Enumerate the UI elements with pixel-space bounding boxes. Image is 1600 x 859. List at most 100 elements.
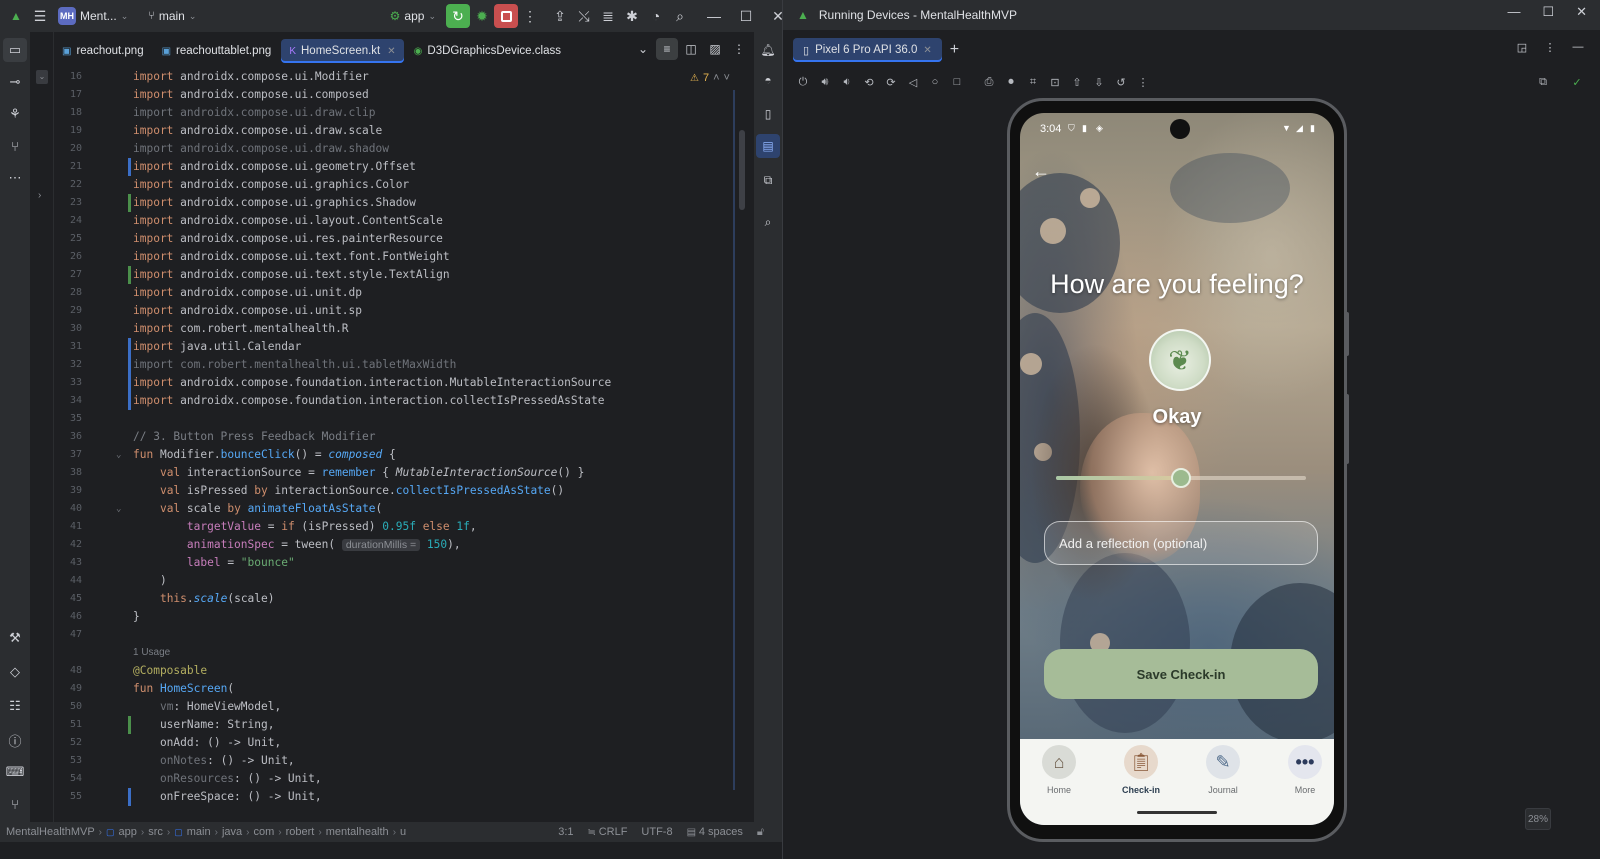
code-line[interactable]: 37 ⌄ fun Modifier.bounceClick() = composed…	[54, 446, 754, 464]
change-marker[interactable]	[128, 374, 131, 392]
code-line[interactable]: 51 userName: String,	[54, 716, 754, 734]
apply-code-changes-icon[interactable]: ⤯	[572, 4, 596, 28]
code-line[interactable]: 16 import androidx.compose.ui.Modifier	[54, 68, 754, 86]
breadcrumb-item[interactable]: src	[148, 826, 163, 838]
code-line[interactable]: 42 animationSpec = tween( durationMillis…	[54, 536, 754, 554]
debug-icon[interactable]: ✹	[470, 4, 494, 28]
device-mirroring-icon[interactable]: ⧉	[756, 168, 780, 192]
code-line[interactable]: 53 onNotes: () -> Unit,	[54, 752, 754, 770]
code-line[interactable]: 28 import androidx.compose.ui.unit.dp	[54, 284, 754, 302]
breadcrumb-item[interactable]: java	[222, 826, 242, 838]
fold-toggle-icon[interactable]: ⌄	[116, 500, 121, 518]
breadcrumb-item[interactable]: mentalhealth	[326, 826, 389, 838]
code-line[interactable]: 54 onResources: () -> Unit,	[54, 770, 754, 788]
more-editor-actions-icon[interactable]: ⋮	[728, 38, 750, 60]
branch-selector[interactable]: ⑂ main ⌄	[142, 4, 202, 28]
code-line[interactable]: 33 import androidx.compose.foundation.int…	[54, 374, 754, 392]
code-line[interactable]: 47	[54, 626, 754, 644]
problems-tool-icon[interactable]: ⓘ	[3, 728, 27, 752]
snapshot-icon[interactable]: ↺	[1111, 72, 1131, 92]
more-actions-icon[interactable]: ⋮	[518, 4, 542, 28]
change-marker[interactable]	[128, 356, 131, 374]
split-view-icon[interactable]: ◫	[680, 38, 702, 60]
code-line[interactable]: 35	[54, 410, 754, 428]
code-line[interactable]: 55 onFreeSpace: () -> Unit,	[54, 788, 754, 806]
back-button-icon[interactable]: ◁	[903, 72, 923, 92]
fold-toggle-icon[interactable]: ⌄	[116, 446, 121, 464]
tab-homescreen-kt[interactable]: K HomeScreen.kt ✕	[281, 39, 404, 63]
home-button-icon[interactable]: ○	[925, 72, 945, 92]
code-line[interactable]: 25 import androidx.compose.ui.res.painter…	[54, 230, 754, 248]
rotate-left-icon[interactable]: ⟲	[859, 72, 879, 92]
change-marker[interactable]	[128, 194, 131, 212]
indent-widget[interactable]: ▤ 4 spaces	[687, 826, 743, 838]
usage-hint[interactable]: 1 Usage	[133, 646, 170, 660]
code-line[interactable]: 50 vm: HomeViewModel,	[54, 698, 754, 716]
breadcrumb-item[interactable]: u	[400, 826, 406, 838]
nav-item-check-in[interactable]: 📋︎ Check-in	[1106, 745, 1176, 795]
code-line[interactable]: 44 )	[54, 572, 754, 590]
code-line[interactable]: 29 import androidx.compose.ui.unit.sp	[54, 302, 754, 320]
running-devices-icon[interactable]: ▤	[756, 134, 780, 158]
change-marker[interactable]	[128, 266, 131, 284]
nav-item-home[interactable]: ⌂ Home	[1024, 745, 1094, 795]
code-line[interactable]: 49 fun HomeScreen(	[54, 680, 754, 698]
apply-changes-icon[interactable]: ⇪	[548, 4, 572, 28]
volume-down-icon[interactable]: 🔉︎	[837, 72, 857, 92]
change-marker[interactable]	[128, 338, 131, 356]
code-line[interactable]: 30 import com.robert.mentalhealth.R	[54, 320, 754, 338]
add-device-icon[interactable]: +	[950, 41, 959, 59]
breadcrumb-item[interactable]: main	[187, 826, 211, 838]
minimize-icon[interactable]: —	[702, 4, 726, 28]
maximize-icon[interactable]: ☐	[734, 4, 758, 28]
code-line[interactable]: 23 import androidx.compose.ui.graphics.Sh…	[54, 194, 754, 212]
maximize-icon[interactable]: ☐	[1542, 4, 1554, 20]
logcat-tool-icon[interactable]: ☷	[3, 694, 27, 718]
nav-item-journal[interactable]: ✎ Journal	[1188, 745, 1258, 795]
mood-slider-thumb[interactable]	[1171, 468, 1191, 488]
run-config-selector[interactable]: ⚙ app ⌄	[384, 4, 442, 28]
change-marker[interactable]	[128, 788, 131, 806]
overview-button-icon[interactable]: □	[947, 72, 967, 92]
minimize-icon[interactable]: —	[1507, 4, 1520, 20]
code-line[interactable]: 27 import androidx.compose.ui.text.style.…	[54, 266, 754, 284]
code-line[interactable]: 48 @Composable	[54, 662, 754, 680]
terminal-tool-icon[interactable]: ⌨	[3, 760, 27, 784]
code-line[interactable]: 38 val interactionSource = remember { Mu…	[54, 464, 754, 482]
breadcrumb-item[interactable]: MentalHealthMVP	[6, 826, 95, 838]
caret-position[interactable]: 3:1	[558, 826, 573, 838]
change-marker[interactable]	[128, 392, 131, 410]
breadcrumb-item[interactable]: app	[119, 826, 137, 838]
import-icon[interactable]: ⇩	[1089, 72, 1109, 92]
previous-highlight-icon[interactable]: ˄	[713, 72, 719, 84]
code-line[interactable]: 41 targetValue = if (isPressed) 0.95f el…	[54, 518, 754, 536]
main-menu-icon[interactable]: ☰	[28, 4, 52, 28]
export-icon[interactable]: ⇧	[1067, 72, 1087, 92]
extended-controls-icon[interactable]: ⊡	[1045, 72, 1065, 92]
more-tools-icon[interactable]: ⋯	[3, 166, 27, 190]
code-line[interactable]: 36 // 3. Button Press Feedback Modifier	[54, 428, 754, 446]
pull-requests-icon[interactable]: ⑂	[3, 134, 27, 158]
code-line[interactable]: 45 this.scale(scale)	[54, 590, 754, 608]
editor-scrollbar[interactable]	[739, 130, 745, 210]
device-frame-icon[interactable]: ⧉	[1533, 72, 1553, 92]
code-line[interactable]: 18 import androidx.compose.ui.draw.clip	[54, 104, 754, 122]
code-line[interactable]: 31 import java.util.Calendar	[54, 338, 754, 356]
code-line[interactable]: 40 ⌄ val scale by animateFloatAsState(	[54, 500, 754, 518]
breadcrumb-item[interactable]: robert	[286, 826, 315, 838]
line-ending-widget[interactable]: ≒ CRLF	[588, 826, 628, 838]
layout-icon[interactable]: ◲	[1513, 38, 1531, 56]
next-highlight-icon[interactable]: ˅	[724, 72, 730, 84]
breadcrumb-item[interactable]: com	[253, 826, 274, 838]
notifications-icon[interactable]: 🔔︎	[756, 38, 780, 62]
code-line[interactable]: 39 val isPressed by interactionSource.co…	[54, 482, 754, 500]
code-line[interactable]: 19 import androidx.compose.ui.draw.scale	[54, 122, 754, 140]
volume-up-icon[interactable]: 🔊︎	[815, 72, 835, 92]
sync-gradle-icon[interactable]: ≣	[596, 4, 620, 28]
nav-item-more[interactable]: ••• More	[1270, 745, 1334, 795]
code-line[interactable]: 32 import com.robert.mentalhealth.ui.tabl…	[54, 356, 754, 374]
resource-manager-icon[interactable]: ⚘	[3, 102, 27, 126]
tabs-dropdown-icon[interactable]: ⌄	[632, 38, 654, 60]
close-tab-icon[interactable]: ✕	[923, 45, 931, 56]
rerun-button[interactable]: ↻	[446, 4, 470, 28]
